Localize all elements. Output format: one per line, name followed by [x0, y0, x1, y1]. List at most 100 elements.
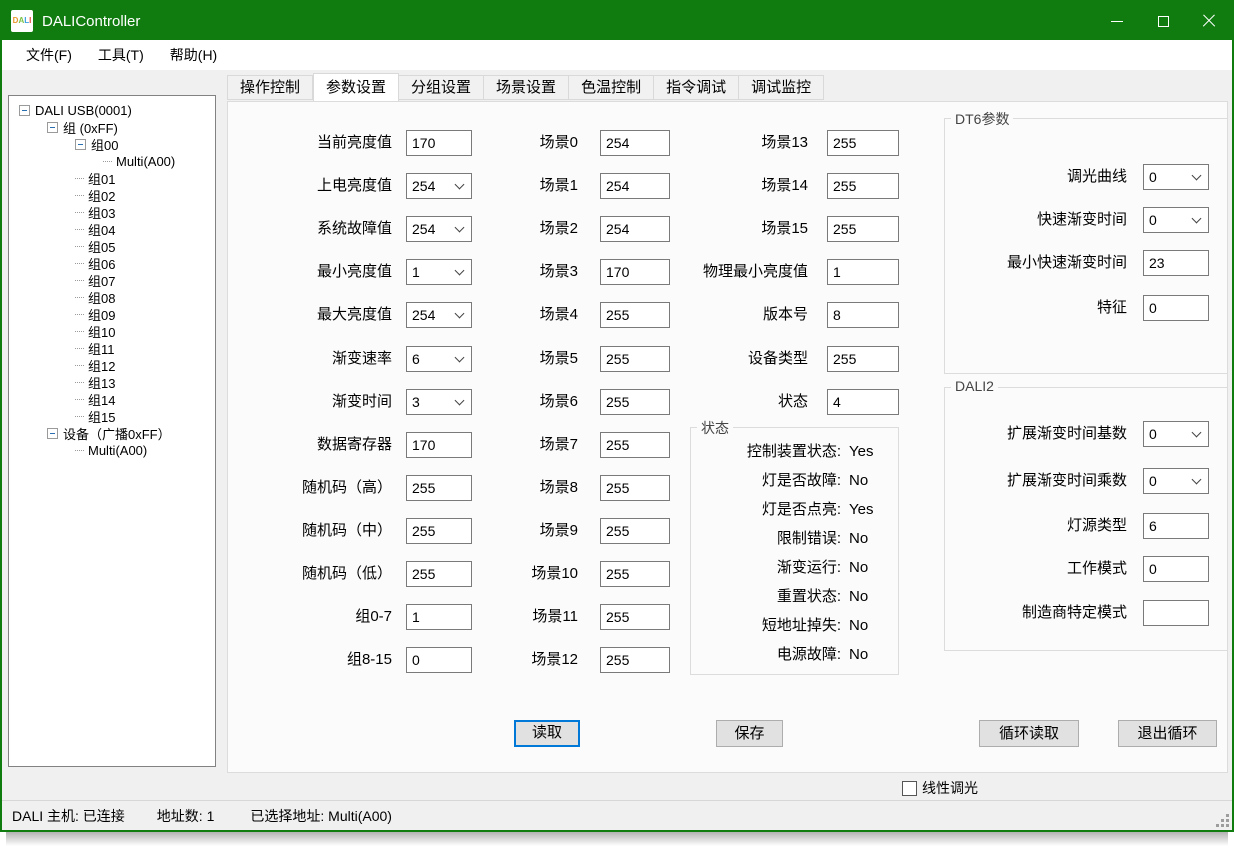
- tree-collapse-icon[interactable]: [47, 122, 58, 133]
- tree-collapse-icon[interactable]: [47, 428, 58, 439]
- read-button[interactable]: 读取: [514, 720, 580, 747]
- tab-2[interactable]: 分组设置: [399, 75, 484, 100]
- tab-1[interactable]: 参数设置: [313, 73, 399, 101]
- field-input[interactable]: [827, 259, 899, 285]
- field-combobox[interactable]: 0: [1143, 164, 1209, 190]
- field-input[interactable]: [600, 475, 670, 501]
- field-input[interactable]: [1143, 513, 1209, 539]
- tab-4[interactable]: 色温控制: [569, 75, 654, 100]
- tree-item[interactable]: DALI USB(0001): [11, 102, 215, 119]
- tree-collapse-icon[interactable]: [75, 139, 86, 150]
- tree-item[interactable]: 组10: [11, 323, 215, 340]
- tree-item-label: 设备（广播0xFF）: [63, 424, 171, 443]
- field-label: 工作模式: [957, 556, 1127, 582]
- tab-0[interactable]: 操作控制: [227, 75, 313, 100]
- tab-3[interactable]: 场景设置: [484, 75, 569, 100]
- status-row: 渐变运行:No: [691, 558, 898, 578]
- tree-item[interactable]: 组09: [11, 306, 215, 323]
- close-button[interactable]: [1186, 2, 1232, 40]
- field-input[interactable]: [827, 216, 899, 242]
- loop-read-button[interactable]: 循环读取: [979, 720, 1079, 747]
- maximize-icon: [1158, 16, 1169, 27]
- tree-leaf-dash: [75, 331, 84, 332]
- menu-item-2[interactable]: 帮助(H): [162, 41, 225, 69]
- tree-item[interactable]: 组02: [11, 187, 215, 204]
- status-row: 灯是否故障:No: [691, 471, 898, 491]
- tree-item[interactable]: Multi(A00): [11, 442, 215, 459]
- field-label: 调光曲线: [957, 164, 1127, 190]
- dali2-groupbox: DALI2 扩展渐变时间基数0扩展渐变时间乘数0灯源类型工作模式制造商特定模式: [944, 387, 1228, 651]
- field-label: 扩展渐变时间乘数: [957, 468, 1127, 494]
- tab-6[interactable]: 调试监控: [739, 75, 824, 100]
- tree-item[interactable]: 组04: [11, 221, 215, 238]
- tree-item[interactable]: 设备（广播0xFF）: [11, 425, 215, 442]
- tree-leaf-dash: [75, 280, 84, 281]
- field-input[interactable]: [827, 173, 899, 199]
- tree-item[interactable]: 组12: [11, 357, 215, 374]
- window-title: DALIController: [42, 13, 140, 30]
- field-input[interactable]: [1143, 600, 1209, 626]
- tree-item[interactable]: 组06: [11, 255, 215, 272]
- tree-item[interactable]: Multi(A00): [11, 153, 215, 170]
- tree-leaf-dash: [75, 178, 84, 179]
- field-input[interactable]: [827, 389, 899, 415]
- tree-item[interactable]: 组15: [11, 408, 215, 425]
- field-input[interactable]: [827, 130, 899, 156]
- field-label: 场景15: [668, 216, 808, 242]
- tree-item[interactable]: 组 (0xFF): [11, 119, 215, 136]
- field-label: 场景7: [478, 432, 578, 458]
- tree-item[interactable]: 组11: [11, 340, 215, 357]
- combobox-value: 0: [1144, 473, 1193, 489]
- chevron-down-icon: [1192, 428, 1202, 438]
- field-input[interactable]: [600, 432, 670, 458]
- field-label: 场景13: [668, 130, 808, 156]
- minimize-button[interactable]: [1094, 2, 1140, 40]
- status-row-label: 灯是否点亮:: [697, 500, 841, 520]
- exit-loop-button[interactable]: 退出循环: [1118, 720, 1217, 747]
- window-shadow: [6, 832, 1228, 846]
- field-input[interactable]: [827, 346, 899, 372]
- tab-5[interactable]: 指令调试: [654, 75, 739, 100]
- field-input[interactable]: [1143, 556, 1209, 582]
- maximize-button[interactable]: [1140, 2, 1186, 40]
- close-icon: [1201, 13, 1217, 29]
- tree-item[interactable]: 组13: [11, 374, 215, 391]
- resize-grip-icon[interactable]: [1226, 824, 1229, 827]
- field-input[interactable]: [600, 518, 670, 544]
- tree-leaf-dash: [75, 297, 84, 298]
- field-input[interactable]: [600, 561, 670, 587]
- tree-item[interactable]: 组00: [11, 136, 215, 153]
- tree-leaf-dash: [75, 246, 84, 247]
- menu-item-0[interactable]: 文件(F): [18, 41, 80, 69]
- tree-item[interactable]: 组14: [11, 391, 215, 408]
- chevron-down-icon: [1192, 214, 1202, 224]
- save-button[interactable]: 保存: [716, 720, 783, 747]
- field-input[interactable]: [600, 647, 670, 673]
- field-row: 快速渐变时间0: [945, 207, 1227, 233]
- tree-item[interactable]: 组07: [11, 272, 215, 289]
- tree-item[interactable]: 组01: [11, 170, 215, 187]
- field-row: 制造商特定模式: [945, 600, 1227, 626]
- linear-dimming-checkbox[interactable]: [902, 781, 917, 796]
- field-label: 场景14: [668, 173, 808, 199]
- tree-item[interactable]: 组05: [11, 238, 215, 255]
- tab-panel-parameters: 当前亮度值上电亮度值254系统故障值254最小亮度值1最大亮度值254渐变速率6…: [227, 101, 1228, 773]
- tree-leaf-dash: [75, 263, 84, 264]
- tree-collapse-icon[interactable]: [19, 105, 30, 116]
- status-row-value: No: [849, 471, 868, 491]
- field-combobox[interactable]: 0: [1143, 421, 1209, 447]
- menu-item-1[interactable]: 工具(T): [90, 41, 152, 69]
- statusbar-host: DALI 主机: 已连接: [12, 806, 125, 826]
- tree-item[interactable]: 组08: [11, 289, 215, 306]
- tree-leaf-dash: [75, 416, 84, 417]
- tree-item[interactable]: 组03: [11, 204, 215, 221]
- field-combobox[interactable]: 0: [1143, 207, 1209, 233]
- field-input[interactable]: [1143, 250, 1209, 276]
- status-bar: DALI 主机: 已连接 地址数: 1 已选择地址: Multi(A00): [2, 800, 1232, 830]
- field-combobox[interactable]: 0: [1143, 468, 1209, 494]
- field-input[interactable]: [1143, 295, 1209, 321]
- tree-leaf-dash: [75, 348, 84, 349]
- field-input[interactable]: [827, 302, 899, 328]
- field-input[interactable]: [600, 604, 670, 630]
- linear-dimming-checkbox-row: 线性调光: [902, 778, 978, 798]
